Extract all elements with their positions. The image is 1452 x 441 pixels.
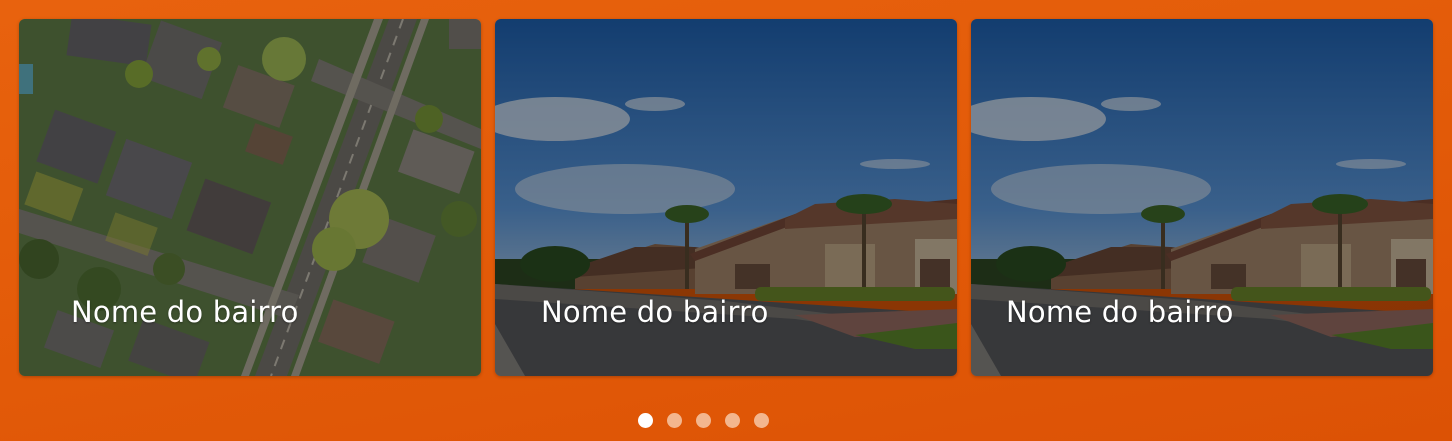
neighborhood-card-3[interactable]: Nome do bairro	[971, 19, 1433, 376]
card-title: Nome do bairro	[71, 295, 299, 329]
card-title: Nome do bairro	[1006, 295, 1234, 329]
pagination-dot-1[interactable]	[638, 413, 653, 428]
carousel-pagination	[638, 413, 769, 428]
neighborhood-carousel: Nome do bairro Nome do bairro Nome do ba…	[0, 0, 1452, 441]
pagination-dot-5[interactable]	[754, 413, 769, 428]
pagination-dot-3[interactable]	[696, 413, 711, 428]
neighborhood-card-1[interactable]: Nome do bairro	[19, 19, 481, 376]
pagination-dot-4[interactable]	[725, 413, 740, 428]
card-title: Nome do bairro	[541, 295, 769, 329]
pagination-dot-2[interactable]	[667, 413, 682, 428]
neighborhood-card-2[interactable]: Nome do bairro	[495, 19, 957, 376]
